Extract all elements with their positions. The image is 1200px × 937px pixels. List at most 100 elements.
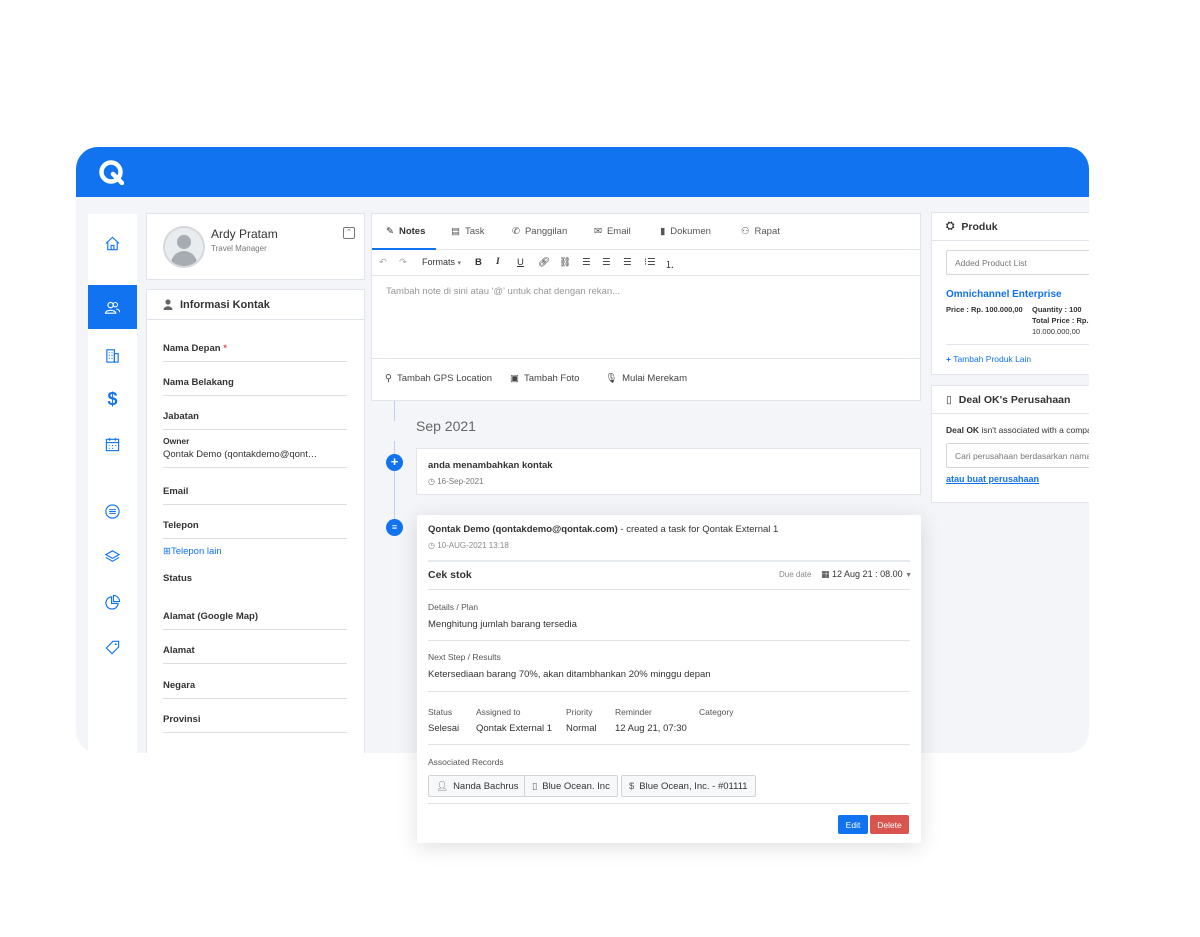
clock-icon: ◷	[428, 477, 435, 486]
timeline-month: Sep 2021	[416, 418, 476, 434]
dollar-icon: $	[107, 388, 118, 409]
address-label: Alamat	[163, 645, 195, 656]
task-activity-header: Qontak Demo (qontakdemo@qontak.com) - cr…	[428, 524, 778, 535]
formats-dropdown[interactable]: Formats ▾	[422, 257, 461, 267]
status-label: Status	[163, 573, 193, 584]
country-field[interactable]: Negara	[163, 680, 347, 699]
product-total-value: 10.000.000,00	[1032, 327, 1080, 336]
phone-field[interactable]: Telepon	[163, 520, 347, 539]
numbered-list-icon[interactable]: ⒈	[665, 257, 675, 271]
underline-button[interactable]: U	[517, 257, 524, 268]
sidebar-item-home[interactable]	[88, 221, 137, 265]
unlink-icon[interactable]: ⛓︎	[559, 257, 571, 268]
qontak-logo[interactable]	[98, 159, 124, 185]
sidebar-item-reports[interactable]	[88, 580, 137, 624]
details-label: Details / Plan	[428, 602, 479, 612]
create-company-link[interactable]: atau buat perusahaan	[946, 474, 1039, 484]
product-name-link[interactable]: Omnichannel Enterprise	[946, 289, 1062, 300]
add-gps-button[interactable]: ⚲ Tambah GPS Location	[385, 373, 492, 384]
province-field[interactable]: Provinsi	[163, 714, 347, 733]
sidebar-item-layers[interactable]	[88, 534, 137, 578]
calendar-icon: ▦	[821, 569, 830, 579]
priority-value: Normal	[566, 723, 597, 734]
start-recording-label: Mulai Merekam	[622, 373, 687, 384]
editor-toolbar: ↶ ↷ Formats ▾ B I U 🔗︎ ⛓︎ ☰ ☰ ☰ ⁝☰ ⒈	[372, 250, 920, 276]
first-name-field[interactable]: Nama Depan *	[163, 343, 347, 362]
profile-role: Travel Manager	[211, 244, 267, 253]
chevrons-up-icon[interactable]: ⌃	[343, 227, 355, 239]
task-actor: Qontak Demo (qontakdemo@qontak.com)	[428, 524, 618, 535]
start-recording-button[interactable]: 🎙︎ Mulai Merekam	[605, 373, 687, 384]
associated-records-label: Associated Records	[428, 757, 504, 767]
job-title-field[interactable]: Jabatan	[163, 411, 347, 430]
italic-button[interactable]: I	[496, 257, 500, 267]
company-search-input[interactable]: Cari perusahaan berdasarkan nama	[946, 443, 1089, 468]
owner-label: Owner	[163, 436, 190, 446]
bold-button[interactable]: B	[475, 257, 482, 268]
add-product-link[interactable]: + Tambah Produk Lain	[946, 354, 1031, 364]
job-title-label: Jabatan	[163, 411, 199, 422]
record-chip-deal[interactable]: $ Blue Ocean, Inc. - #01111	[621, 775, 756, 797]
meeting-icon: ⚇	[741, 226, 750, 237]
last-name-field[interactable]: Nama Belakang	[163, 377, 347, 396]
product-list-input[interactable]: Added Product List	[946, 250, 1089, 275]
align-center-icon[interactable]: ☰	[602, 257, 611, 268]
align-right-icon[interactable]: ☰	[623, 257, 632, 268]
undo-icon[interactable]: ↶	[379, 257, 387, 268]
tab-panggilan[interactable]: ✆ Panggilan	[512, 226, 567, 237]
add-product-label: Tambah Produk Lain	[953, 354, 1032, 364]
timeline-line	[394, 401, 395, 421]
next-step-label: Next Step / Results	[428, 652, 501, 662]
sidebar-item-tags[interactable]	[88, 625, 137, 669]
tab-dokumen-label: Dokumen	[670, 226, 711, 237]
sidebar-item-contacts[interactable]	[88, 285, 137, 329]
edit-button[interactable]: Edit	[838, 815, 868, 834]
email-field[interactable]: Email	[163, 486, 347, 505]
align-left-icon[interactable]: ☰	[582, 257, 591, 268]
dollar-icon: $	[629, 780, 635, 792]
divider	[428, 744, 910, 745]
envelope-icon: ✉	[594, 226, 602, 237]
record-chip-label: Blue Ocean, Inc. - #01111	[639, 780, 748, 792]
formats-label: Formats	[422, 257, 456, 267]
map-address-label: Alamat (Google Map)	[163, 611, 259, 622]
reminder-value: 12 Aug 21, 07:30	[615, 723, 687, 734]
tab-dokumen[interactable]: ▮ Dokumen	[660, 226, 711, 237]
add-photo-label: Tambah Foto	[523, 373, 580, 384]
divider	[428, 560, 910, 562]
note-textarea[interactable]: Tambah note di sini atau '@' untuk chat …	[386, 286, 620, 297]
add-phone-link[interactable]: ⊞Telepon lain	[163, 546, 222, 557]
add-gps-label: Tambah GPS Location	[396, 373, 493, 384]
tab-task[interactable]: ▤ Task	[451, 226, 485, 237]
sidebar-item-list[interactable]	[88, 489, 137, 533]
phone-label: Telepon	[163, 520, 199, 531]
owner-field[interactable]: Owner Qontak Demo (qontakdemo@qont…	[163, 436, 347, 468]
sidebar-item-companies[interactable]	[88, 333, 137, 377]
notes-editor: ✎ Notes ▤ Task ✆ Panggilan ✉ Email ▮ Dokumen …	[371, 213, 921, 401]
link-icon[interactable]: 🔗︎	[538, 257, 550, 268]
sidebar-item-deals[interactable]: $	[88, 377, 137, 421]
task-activity-date-text: 10-AUG-2021 13:18	[437, 541, 509, 550]
record-chip-contact[interactable]: 👤︎ Nanda Bachrus	[428, 775, 527, 797]
tag-icon	[105, 640, 120, 654]
tab-rapat[interactable]: ⚇ Rapat	[741, 226, 780, 237]
task-circle-icon: ≡	[386, 519, 403, 536]
address-field[interactable]: Alamat	[163, 645, 347, 664]
map-address-field[interactable]: Alamat (Google Map)	[163, 611, 347, 630]
tab-notes[interactable]: ✎ Notes	[386, 226, 425, 237]
record-chip-label: Blue Ocean. Inc	[542, 780, 610, 792]
sidebar-item-calendar[interactable]	[88, 422, 137, 466]
delete-button[interactable]: Delete	[870, 815, 909, 834]
add-photo-button[interactable]: ▣ Tambah Foto	[510, 373, 579, 384]
bullet-list-icon[interactable]: ⁝☰	[644, 257, 656, 268]
contact-info-header: Informasi Kontak	[147, 290, 364, 320]
record-chip-company[interactable]: ▯ Blue Ocean. Inc	[524, 775, 618, 797]
record-chip-label: Nanda Bachrus	[453, 780, 519, 792]
category-label: Category	[699, 707, 734, 717]
task-icon: ▤	[451, 226, 460, 237]
due-date-picker[interactable]: ▦ 12 Aug 21 : 08.00 ▼	[821, 569, 912, 580]
redo-icon[interactable]: ↷	[399, 257, 407, 268]
owner-value: Qontak Demo (qontakdemo@qont…	[163, 449, 318, 460]
tab-email[interactable]: ✉ Email	[594, 226, 631, 237]
activity-tabs: ✎ Notes ▤ Task ✆ Panggilan ✉ Email ▮ Dokumen …	[372, 214, 920, 250]
